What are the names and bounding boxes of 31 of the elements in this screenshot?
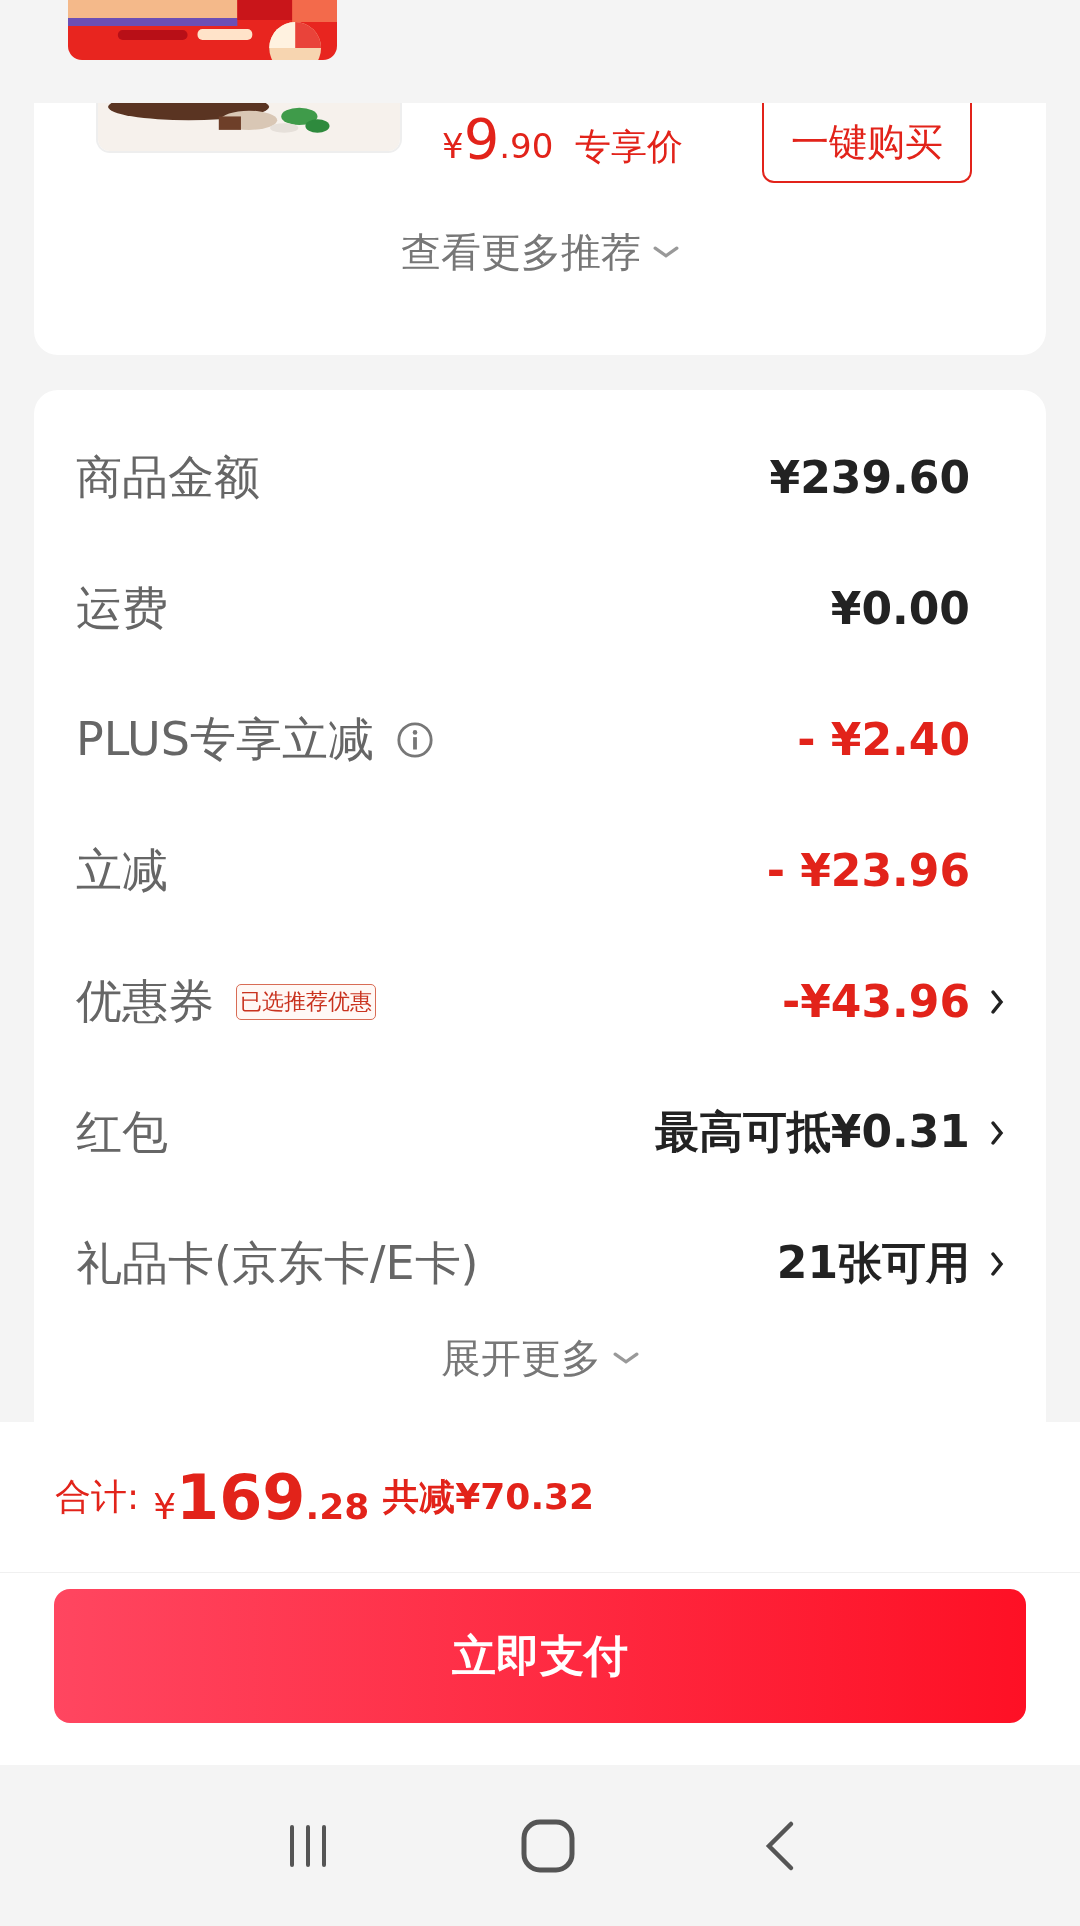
saved-amount: 共减¥70.32	[383, 1474, 595, 1519]
price: ¥9.90	[442, 111, 554, 167]
recommended-tag: 已选推荐优惠	[236, 983, 376, 1020]
row-value: - ¥23.96	[766, 845, 970, 896]
row-label: 运费	[76, 579, 168, 637]
chevron-down-icon	[613, 1352, 639, 1365]
buy-button[interactable]: 一键购买	[762, 103, 972, 183]
chevron-right-icon[interactable]	[990, 1119, 1004, 1146]
row-value: 最高可抵¥0.31	[654, 1105, 970, 1159]
total-amount: ¥169.28	[153, 1460, 370, 1534]
row-value: 21张可用	[776, 1236, 970, 1290]
more-recommendations-link[interactable]: 查看更多推荐	[401, 225, 641, 280]
row-label: 立减	[76, 841, 168, 899]
row-value: - ¥2.40	[797, 714, 970, 765]
row-label: 红包	[76, 1103, 168, 1161]
row-label: PLUS专享立减	[76, 710, 374, 768]
price-label: 专享价	[575, 125, 684, 169]
row-label: 商品金额	[76, 448, 260, 506]
row-label: 礼品卡(京东卡/E卡)	[76, 1234, 479, 1292]
info-icon[interactable]	[395, 720, 434, 759]
home-icon[interactable]	[520, 1817, 576, 1874]
chevron-right-icon[interactable]	[990, 988, 1004, 1015]
chevron-right-icon[interactable]	[990, 1250, 1004, 1277]
expand-more-link[interactable]: 展开更多	[441, 1331, 601, 1386]
chevron-down-icon	[653, 246, 679, 259]
row-label: 优惠券	[76, 972, 214, 1030]
pay-button[interactable]: 立即支付	[54, 1589, 1026, 1723]
row-value: ¥0.00	[830, 583, 970, 634]
total-label: 合计:	[55, 1474, 140, 1519]
row-value: -¥43.96	[781, 976, 970, 1027]
row-value: ¥239.60	[769, 452, 970, 503]
